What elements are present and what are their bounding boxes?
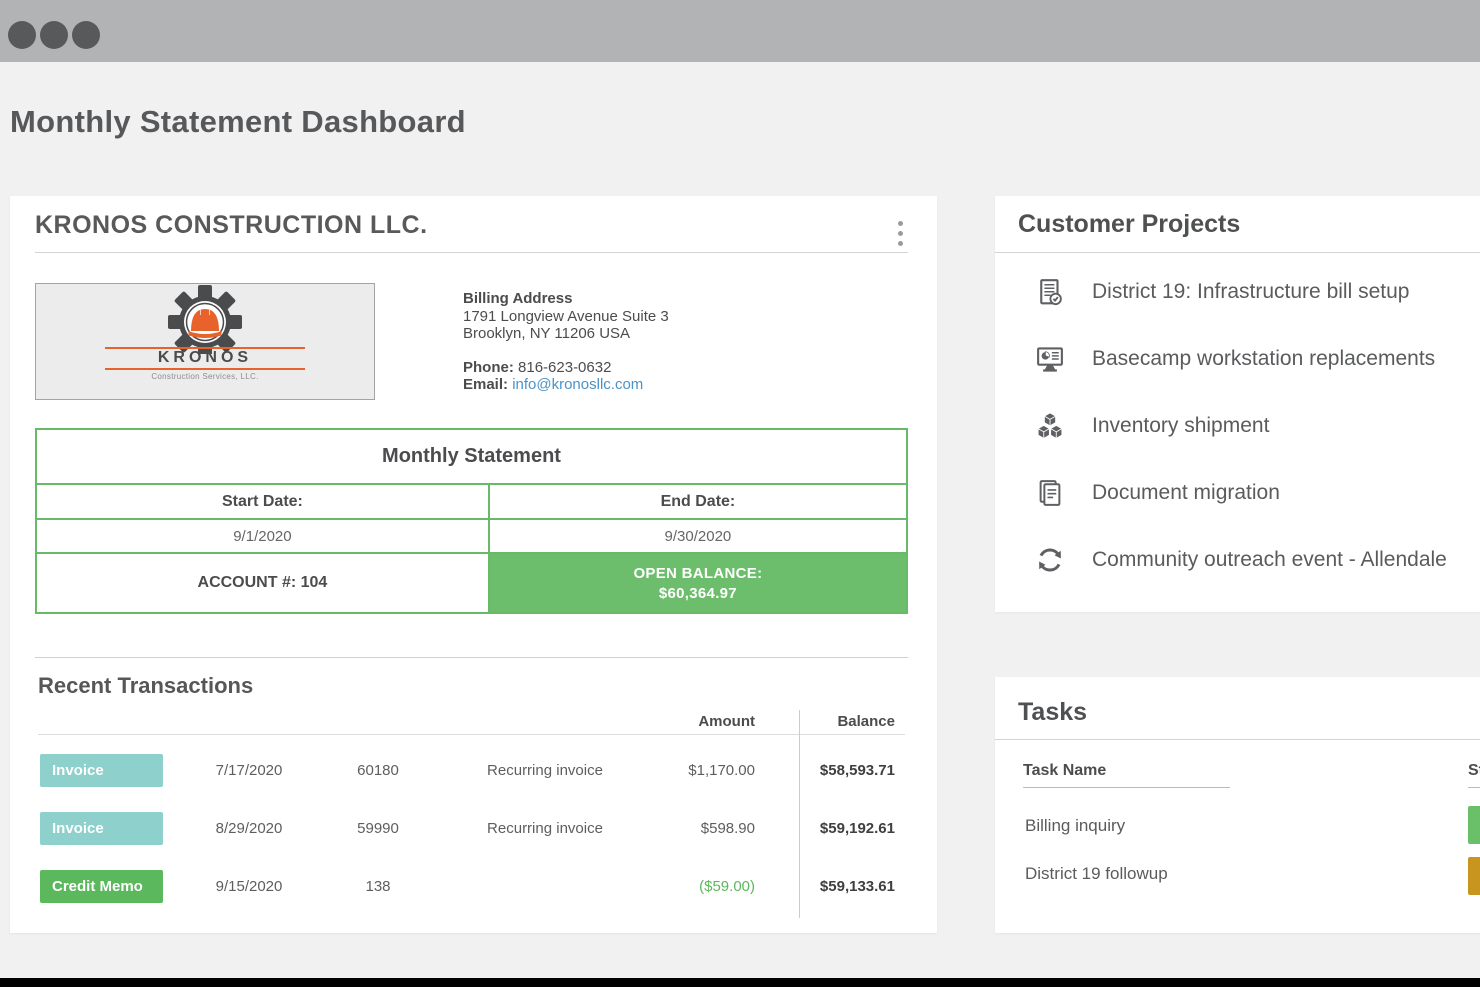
window-control-dot-icon[interactable] [40,21,68,49]
transaction-balance: $59,133.61 [799,878,905,895]
window-title-bar [0,0,1480,62]
bottom-bar [0,978,1480,987]
transaction-date: 8/29/2020 [163,820,335,837]
projects-list: District 19: Infrastructure bill setup B… [995,258,1480,593]
transaction-number: 138 [335,878,421,895]
project-item-label: District 19: Infrastructure bill setup [1092,280,1409,304]
open-balance-label: OPEN BALANCE: [633,565,762,582]
billing-address-line1: 1791 Longview Avenue Suite 3 [463,308,669,326]
company-name: KRONOS CONSTRUCTION LLC. [35,211,428,240]
task-row[interactable]: District 19 followup [1025,864,1168,884]
start-date-value: 9/1/2020 [37,520,490,552]
projects-header-divider [995,252,1480,253]
project-item-label: Basecamp workstation replacements [1092,347,1435,371]
document-pages-icon [1033,476,1067,510]
statement-card: KRONOS CONSTRUCTION LLC. [10,196,937,933]
account-number: ACCOUNT #: 104 [37,554,490,612]
transaction-balance: $59,192.61 [799,820,905,837]
transaction-type-badge: Invoice [40,754,163,787]
transaction-date: 7/17/2020 [163,762,335,779]
tasks-card: Tasks Task Name Status Billing inquiry D… [995,677,1480,933]
transaction-row: Credit Memo 9/15/2020 138 ($59.00) $59,1… [38,857,905,915]
monthly-statement-table: Monthly Statement Start Date: End Date: … [35,428,908,614]
transaction-row: Invoice 7/17/2020 60180 Recurring invoic… [38,741,905,799]
window-control-dot-icon[interactable] [72,21,100,49]
amount-column-header: Amount [669,713,799,730]
tasks-heading: Tasks [1018,698,1087,727]
bill-document-check-icon [1033,275,1067,309]
status-underline [1468,787,1480,788]
task-name-underline [1023,787,1230,788]
transaction-description: Recurring invoice [421,820,669,837]
transaction-type-badge: Invoice [40,812,163,845]
transaction-amount: $1,170.00 [669,762,799,779]
transactions-header-row: Amount Balance [38,708,905,734]
project-item-label: Inventory shipment [1092,414,1269,438]
customer-projects-heading: Customer Projects [1018,210,1240,239]
billing-address-block: Billing Address 1791 Longview Avenue Sui… [463,290,669,394]
transaction-balance: $58,593.71 [799,762,905,779]
open-balance-value: $60,364.97 [659,585,737,602]
task-status-badge[interactable] [1468,857,1480,895]
billing-email-line: Email: info@kronosllc.com [463,376,669,394]
statement-title: Monthly Statement [37,430,906,485]
task-name-column-header: Task Name [1023,762,1106,780]
inventory-boxes-icon [1033,409,1067,443]
transaction-type-badge: Credit Memo [40,870,163,903]
kebab-menu-icon[interactable] [883,218,917,248]
billing-address-heading: Billing Address [463,290,669,308]
gear-helmet-logo-icon [105,284,305,354]
project-item[interactable]: Document migration [995,459,1480,526]
company-logo: KRONOS Construction Services, LLC. [35,283,375,400]
logo-company-name: KRONOS [105,347,305,370]
recent-transactions-heading: Recent Transactions [38,673,253,699]
transaction-row: Invoice 8/29/2020 59990 Recurring invoic… [38,799,905,857]
transaction-number: 60180 [335,762,421,779]
email-link[interactable]: info@kronosllc.com [512,376,643,393]
workstation-monitor-icon [1033,342,1067,376]
project-item-label: Community outreach event - Allendale [1092,548,1447,572]
task-row[interactable]: Billing inquiry [1025,816,1125,836]
balance-column-header: Balance [799,713,905,730]
transaction-amount: ($59.00) [669,878,799,895]
header-divider [35,252,908,253]
dashboard-screen: Monthly Statement Dashboard KRONOS CONST… [0,0,1480,987]
logo-subtitle: Construction Services, LLC. [151,372,258,381]
end-date-value: 9/30/2020 [490,520,906,552]
phone-value: 816-623-0632 [518,359,611,376]
transaction-number: 59990 [335,820,421,837]
transactions-table: Amount Balance Invoice 7/17/2020 60180 R… [38,708,905,915]
transaction-amount: $598.90 [669,820,799,837]
start-date-label: Start Date: [37,485,490,518]
billing-address-line2: Brooklyn, NY 11206 USA [463,325,669,343]
project-item-label: Document migration [1092,481,1280,505]
customer-projects-card: Customer Projects District 19: Infrastru… [995,196,1480,612]
section-divider [35,657,908,658]
open-balance-cell: OPEN BALANCE: $60,364.97 [490,554,906,612]
task-status-badge[interactable] [1468,806,1480,844]
project-item[interactable]: Community outreach event - Allendale [995,526,1480,593]
tasks-header-divider [995,739,1480,740]
status-column-header: Status [1468,762,1480,780]
balance-column-divider [799,710,800,918]
end-date-label: End Date: [490,485,906,518]
project-item[interactable]: Basecamp workstation replacements [995,325,1480,392]
window-control-dot-icon[interactable] [8,21,36,49]
transaction-date: 9/15/2020 [163,878,335,895]
billing-phone-line: Phone: 816-623-0632 [463,359,669,377]
page-title: Monthly Statement Dashboard [10,104,466,140]
project-item[interactable]: District 19: Infrastructure bill setup [995,258,1480,325]
transaction-description: Recurring invoice [421,762,669,779]
phone-label: Phone: [463,359,514,376]
sync-arrows-icon [1033,543,1067,577]
project-item[interactable]: Inventory shipment [995,392,1480,459]
email-label: Email: [463,376,508,393]
